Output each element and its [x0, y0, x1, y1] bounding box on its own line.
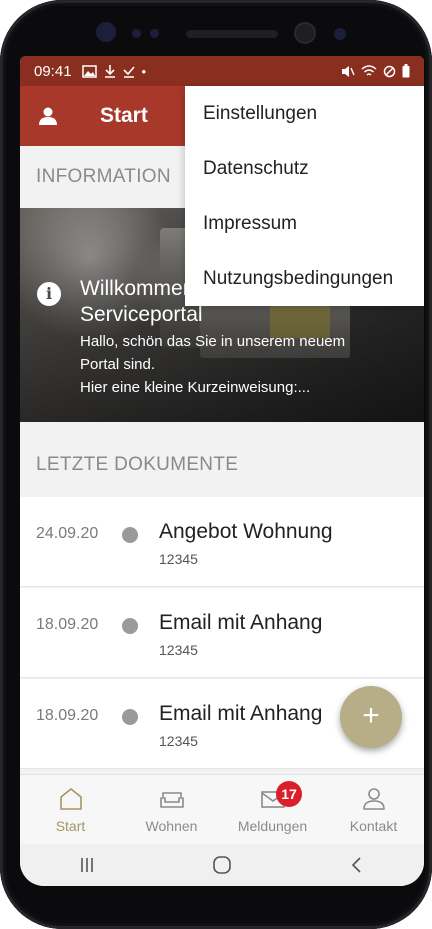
- image-icon: [81, 64, 97, 78]
- document-row[interactable]: 24.09.20 Angebot Wohnung 12345: [20, 497, 424, 587]
- dot-icon: •: [141, 63, 147, 79]
- document-name: Email mit Anhang: [159, 611, 323, 634]
- menu-item-datenschutz[interactable]: Datenschutz: [185, 141, 424, 196]
- info-card-text: Hallo, schön das Sie in unserem neuem Po…: [80, 333, 346, 396]
- front-sensor: [334, 28, 346, 40]
- document-date: 18.09.20: [36, 616, 99, 633]
- nav-item-wohnen[interactable]: Wohnen: [121, 775, 222, 844]
- nav-item-meldungen[interactable]: 17 Meldungen: [222, 775, 323, 844]
- nav-item-kontakt[interactable]: Kontakt: [323, 775, 424, 844]
- profile-button[interactable]: [20, 86, 76, 146]
- document-name: Angebot Wohnung: [159, 520, 333, 543]
- document-row[interactable]: 18.09.20 Email mit Anhang 12345: [20, 588, 424, 678]
- sofa-icon: [159, 792, 184, 808]
- menu-item-impressum[interactable]: Impressum: [185, 196, 424, 251]
- mute-icon: [342, 65, 355, 77]
- status-time: 09:41: [34, 62, 72, 80]
- page-title: Start: [100, 104, 148, 127]
- status-bar: 09:41 •: [20, 56, 424, 86]
- document-number: 12345: [159, 551, 198, 567]
- document-number: 12345: [159, 733, 198, 749]
- back-icon[interactable]: [347, 855, 367, 875]
- menu-item-einstellungen[interactable]: Einstellungen: [185, 86, 424, 141]
- document-date: 24.09.20: [36, 525, 99, 542]
- app-screen: 09:41 • Start INFORMATION i Willkommen S…: [20, 56, 424, 886]
- document-number: 12345: [159, 642, 198, 658]
- section-header-documents: LETZTE DOKUMENTE: [20, 434, 424, 496]
- document-date: 18.09.20: [36, 707, 99, 724]
- home-icon: [59, 788, 82, 810]
- person-outline-icon: [362, 788, 385, 810]
- phone-frame: 09:41 • Start INFORMATION i Willkommen S…: [0, 0, 432, 929]
- status-dot-icon: [122, 618, 138, 634]
- recent-apps-icon[interactable]: [77, 855, 97, 875]
- system-navigation-bar: [20, 844, 424, 886]
- check-download-icon: [122, 66, 135, 78]
- info-icon: i: [37, 282, 61, 306]
- earpiece-speaker: [186, 30, 278, 38]
- plus-icon: +: [362, 699, 380, 732]
- notification-badge: 17: [276, 781, 302, 807]
- document-name: Email mit Anhang: [159, 702, 323, 725]
- person-icon: [39, 107, 57, 125]
- front-sensor-small: [150, 29, 159, 38]
- overflow-menu: Einstellungen Datenschutz Impressum Nutz…: [185, 86, 424, 306]
- front-camera: [296, 24, 314, 42]
- menu-item-nutzungsbedingungen[interactable]: Nutzungsbedingungen: [185, 251, 424, 306]
- status-dot-icon: [122, 709, 138, 725]
- nav-item-start[interactable]: Start: [20, 775, 121, 844]
- front-sensor: [96, 22, 116, 42]
- battery-icon: [402, 64, 410, 78]
- add-button[interactable]: +: [340, 686, 402, 748]
- bottom-navigation: Start Wohnen 17 Meldungen Kontakt: [20, 774, 424, 844]
- no-sim-icon: [383, 65, 396, 77]
- wifi-icon: [361, 64, 377, 76]
- status-dot-icon: [122, 527, 138, 543]
- front-sensor-small: [132, 29, 141, 38]
- home-circle-icon[interactable]: [210, 853, 234, 877]
- download-icon: [104, 65, 115, 78]
